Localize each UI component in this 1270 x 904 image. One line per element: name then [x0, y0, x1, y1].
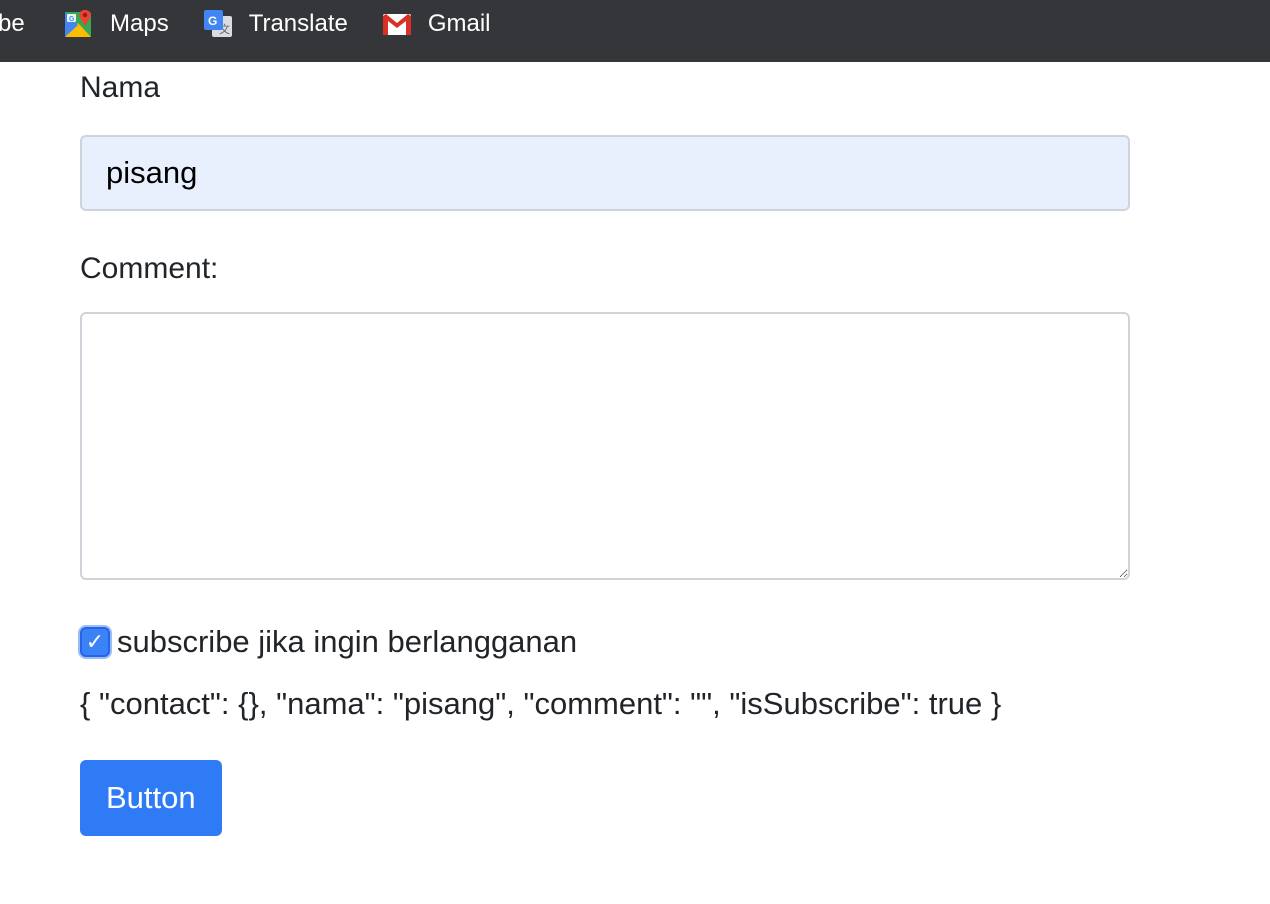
checkmark-icon: ✓ [85, 629, 105, 654]
bookmark-gmail[interactable]: Gmail [382, 8, 491, 40]
bookmark-maps-label: Maps [110, 10, 169, 37]
form-container: Nama Comment: ✓ subscribe jika ingin ber… [80, 62, 1130, 836]
bookmark-translate[interactable]: 文 G Translate [203, 8, 348, 40]
gmail-icon [382, 9, 412, 39]
bookmark-gmail-label: Gmail [427, 10, 491, 37]
bookmark-partial[interactable]: be [0, 8, 40, 40]
translate-icon: 文 G [203, 9, 233, 39]
subscribe-row: ✓ subscribe jika ingin berlangganan [80, 620, 1130, 664]
bookmark-translate-label: Translate [248, 10, 348, 37]
submit-button[interactable]: Button [80, 760, 222, 836]
maps-icon: G [64, 9, 94, 39]
subscribe-checkbox[interactable]: ✓ [80, 627, 110, 657]
comment-textarea[interactable] [80, 312, 1130, 580]
svg-text:G: G [208, 14, 217, 28]
nama-label: Nama [80, 71, 161, 104]
json-output: { "contact": {}, "nama": "pisang", "comm… [80, 686, 1002, 721]
nama-input[interactable] [80, 135, 1130, 211]
comment-label: Comment: [80, 252, 219, 285]
bookmark-maps[interactable]: G Maps [64, 8, 169, 40]
svg-text:G: G [69, 16, 75, 23]
subscribe-label[interactable]: subscribe jika ingin berlangganan [117, 624, 577, 660]
bookmark-partial-label: be [0, 10, 25, 37]
bookmarks-bar: be G Maps 文 G Translate Gmail [0, 0, 1270, 62]
